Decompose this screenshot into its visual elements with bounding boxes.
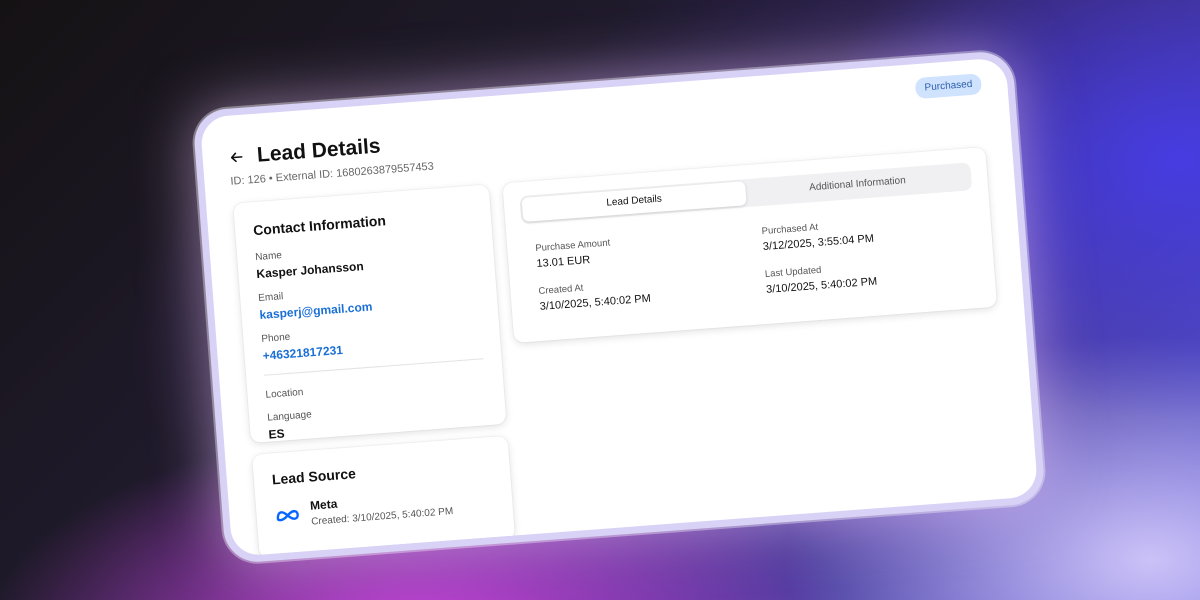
status-badge: Purchased (914, 73, 983, 100)
language-field: Language ES (267, 396, 489, 441)
source-row: Meta Created: 3/10/2025, 5:40:02 PM (274, 485, 496, 530)
divider (264, 358, 484, 376)
tab-lead-details[interactable]: Lead Details (521, 181, 747, 222)
created-at-item: Created At 3/10/2025, 5:40:02 PM (538, 270, 752, 313)
app-screen: Purchased Lead Details ID: 126 • Externa… (199, 57, 1039, 557)
contact-information-card: Contact Information Name Kasper Johansso… (233, 184, 507, 443)
page-title: Lead Details (256, 134, 382, 167)
card-title: Lead Source (271, 465, 357, 488)
tab-additional-information[interactable]: Additional Information (745, 164, 970, 205)
detail-grid: Purchase Amount 13.01 EUR Purchased At 3… (535, 210, 979, 313)
purchase-amount-item: Purchase Amount 13.01 EUR (535, 227, 749, 270)
email-field: Email kasperj@gmail.com (258, 277, 480, 322)
purchased-at-item: Purchased At 3/12/2025, 3:55:04 PM (761, 210, 975, 253)
card-title: Contact Information (252, 212, 387, 239)
meta-icon (276, 509, 299, 521)
field-label: Location (265, 386, 304, 401)
location-field: Location (265, 373, 485, 401)
name-field: Name Kasper Johansson (255, 236, 477, 281)
lead-source-card: Lead Source Meta Created: 3/10/2025, 5:4… (252, 435, 516, 557)
page-header: Lead Details ID: 126 • External ID: 1680… (228, 131, 434, 187)
arrow-left-icon[interactable] (228, 149, 245, 166)
phone-field: Phone +46321817231 (261, 317, 483, 363)
lead-details-panel: Lead Details Additional Information Purc… (502, 147, 998, 343)
last-updated-item: Last Updated 3/10/2025, 5:40:02 PM (765, 253, 979, 296)
tablet-frame: Purchased Lead Details ID: 126 • Externa… (192, 49, 1046, 565)
